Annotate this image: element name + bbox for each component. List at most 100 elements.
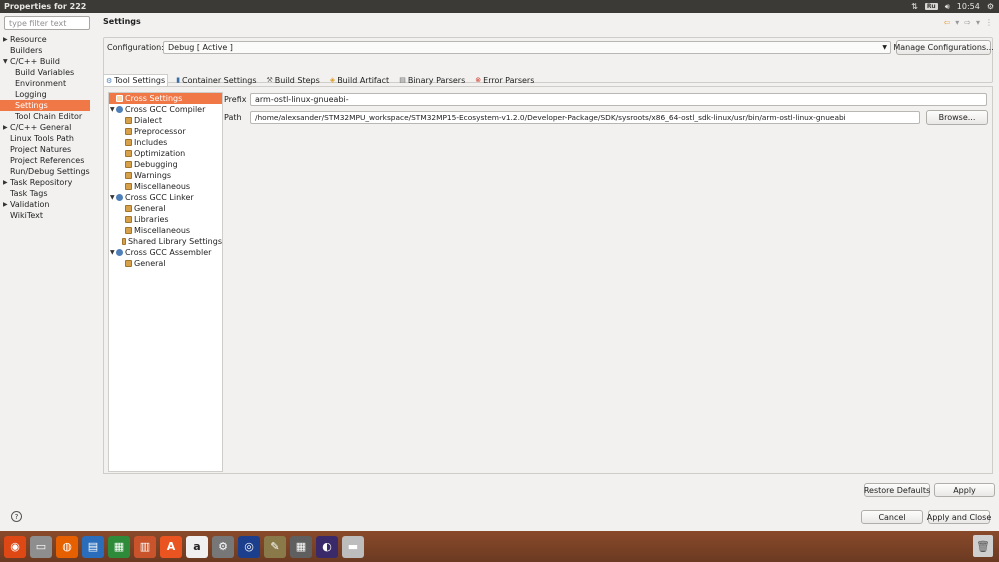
- trash-icon[interactable]: 🗑: [973, 535, 993, 557]
- tool-option-icon: [121, 238, 126, 245]
- tool-tree-item[interactable]: Shared Library Settings: [109, 236, 222, 247]
- nav-item[interactable]: ▶ Task Repository: [0, 177, 90, 188]
- filter-input[interactable]: [4, 16, 90, 30]
- browse-button[interactable]: Browse...: [926, 110, 988, 125]
- calculator-icon[interactable]: ▦: [290, 535, 312, 558]
- tab-error-parsers[interactable]: ⊗ Error Parsers: [473, 74, 536, 86]
- nav-item[interactable]: WikiText: [0, 210, 90, 221]
- tool-option-icon: [125, 139, 132, 146]
- tool-tree-item[interactable]: ▼ Cross GCC Compiler: [109, 104, 222, 115]
- clock[interactable]: 10:54: [957, 2, 980, 11]
- writer-icon[interactable]: ▤: [82, 535, 104, 558]
- back-menu-chevron-icon[interactable]: ▾: [955, 18, 959, 27]
- chevron-down-icon[interactable]: ▼: [3, 56, 8, 67]
- cancel-button[interactable]: Cancel: [861, 510, 923, 524]
- nav-item[interactable]: Settings: [0, 100, 90, 111]
- apply-button[interactable]: Apply: [934, 483, 995, 497]
- tab-binary-parsers[interactable]: ▤ Binary Parsers: [397, 74, 467, 86]
- tool-tree-item[interactable]: Optimization: [109, 148, 222, 159]
- impress-icon[interactable]: ▥: [134, 535, 156, 558]
- nav-item[interactable]: ▶ C/C++ General: [0, 122, 90, 133]
- keyboard-layout-indicator[interactable]: Ru: [924, 3, 938, 10]
- nav-item[interactable]: Tool Chain Editor: [0, 111, 90, 122]
- tool-tree-item[interactable]: Miscellaneous: [109, 181, 222, 192]
- tool-tree-item[interactable]: ▼ Cross GCC Assembler: [109, 247, 222, 258]
- tool-tree-label: Cross GCC Compiler: [125, 105, 206, 114]
- stm32-icon[interactable]: ◎: [238, 535, 260, 558]
- nav-item[interactable]: ▼ C/C++ Build: [0, 56, 90, 67]
- manage-configurations-button[interactable]: Manage Configurations...: [893, 40, 994, 55]
- path-input[interactable]: [250, 111, 920, 124]
- eclipse-icon[interactable]: ◐: [316, 535, 338, 558]
- restore-defaults-button[interactable]: Restore Defaults: [864, 483, 930, 497]
- forward-arrow-icon[interactable]: ⇨: [964, 18, 971, 27]
- tool-option-icon: [116, 95, 123, 102]
- tab-label: Build Steps: [274, 75, 320, 85]
- gimp-icon[interactable]: ✎: [264, 535, 286, 558]
- tool-tree-label: Warnings: [134, 171, 172, 180]
- help-icon[interactable]: ?: [11, 511, 22, 522]
- tool-tree-item[interactable]: Dialect: [109, 115, 222, 126]
- nav-item[interactable]: Environment: [0, 78, 90, 89]
- tool-tree-item[interactable]: Preprocessor: [109, 126, 222, 137]
- chevron-right-icon[interactable]: ▶: [3, 34, 8, 45]
- forward-menu-chevron-icon[interactable]: ▾: [976, 18, 980, 27]
- tool-tree-item[interactable]: Cross Settings: [109, 93, 222, 104]
- files-icon[interactable]: ▭: [30, 535, 52, 558]
- tool-tree-label: Cross GCC Assembler: [125, 248, 212, 257]
- error-parsers-icon: ⊗: [475, 76, 482, 84]
- nav-item[interactable]: Build Variables: [0, 67, 90, 78]
- chevron-right-icon[interactable]: ▶: [3, 122, 8, 133]
- nav-item[interactable]: Project Natures: [0, 144, 90, 155]
- tool-tree-label: Dialect: [134, 116, 162, 125]
- tab-build-steps[interactable]: ⚒ Build Steps: [265, 74, 322, 86]
- view-menu-icon[interactable]: ⋮: [985, 18, 993, 27]
- prefix-input[interactable]: [250, 93, 987, 106]
- chevron-right-icon[interactable]: ▶: [3, 199, 8, 210]
- configuration-select[interactable]: Debug [ Active ] ▼: [163, 41, 891, 54]
- compiler-tool-icon: [116, 106, 123, 113]
- apply-and-close-button[interactable]: Apply and Close: [927, 510, 991, 524]
- nav-item[interactable]: ▶ Validation: [0, 199, 90, 210]
- nav-item[interactable]: Project References: [0, 155, 90, 166]
- firefox-icon[interactable]: ◍: [56, 535, 78, 558]
- tool-tree-item[interactable]: ▼ Cross GCC Linker: [109, 192, 222, 203]
- nav-item[interactable]: ▶ Resource: [0, 34, 90, 45]
- tool-tree-item[interactable]: Warnings: [109, 170, 222, 181]
- chevron-right-icon[interactable]: ▶: [3, 177, 8, 188]
- tool-tree-item[interactable]: General: [109, 203, 222, 214]
- tool-tree-item[interactable]: General: [109, 258, 222, 269]
- tab-container-settings[interactable]: ▮ Container Settings: [174, 74, 258, 86]
- software-center-icon[interactable]: A: [160, 535, 182, 558]
- history-navigation: ⇦ ▾ ⇨ ▾ ⋮: [944, 18, 993, 27]
- tool-tree-item[interactable]: Libraries: [109, 214, 222, 225]
- settings-icon[interactable]: ⚙: [212, 535, 234, 558]
- tool-tree-item[interactable]: Miscellaneous: [109, 225, 222, 236]
- nav-item[interactable]: Run/Debug Settings: [0, 166, 90, 177]
- tab-build-artifact[interactable]: ◈ Build Artifact: [328, 74, 391, 86]
- nav-item[interactable]: Builders: [0, 45, 90, 56]
- system-tray: ⇅ Ru 🔊︎ 10:54 ⚙: [911, 2, 999, 12]
- property-navigation-panel: ▶ResourceBuilders▼C/C++ BuildBuild Varia…: [0, 13, 95, 500]
- nav-item[interactable]: Linux Tools Path: [0, 133, 90, 144]
- settings-tabs: ⚙ Tool Settings ▮ Container Settings ⚒ Build …: [103, 74, 536, 86]
- tool-tree-item[interactable]: Debugging: [109, 159, 222, 170]
- compiler-tool-icon: [116, 249, 123, 256]
- tool-tree-label: Cross GCC Linker: [125, 193, 194, 202]
- chevron-down-icon: ▼: [882, 44, 887, 51]
- power-gear-icon[interactable]: ⚙: [987, 2, 994, 11]
- tool-option-icon: [125, 117, 132, 124]
- tool-option-icon: [125, 150, 132, 157]
- amazon-icon[interactable]: a: [186, 535, 208, 558]
- network-icon[interactable]: ⇅: [911, 2, 918, 11]
- ubuntu-icon[interactable]: ◉: [4, 535, 26, 558]
- nav-item[interactable]: Logging: [0, 89, 90, 100]
- tool-tree-item[interactable]: Includes: [109, 137, 222, 148]
- tool-option-icon: [125, 183, 132, 190]
- tab-tool-settings[interactable]: ⚙ Tool Settings: [103, 74, 169, 86]
- back-arrow-icon[interactable]: ⇦: [944, 18, 951, 27]
- volume-icon[interactable]: 🔊︎: [945, 2, 950, 12]
- nav-item[interactable]: Task Tags: [0, 188, 90, 199]
- calc-icon[interactable]: ▦: [108, 535, 130, 558]
- drive-icon[interactable]: ▬: [342, 535, 364, 558]
